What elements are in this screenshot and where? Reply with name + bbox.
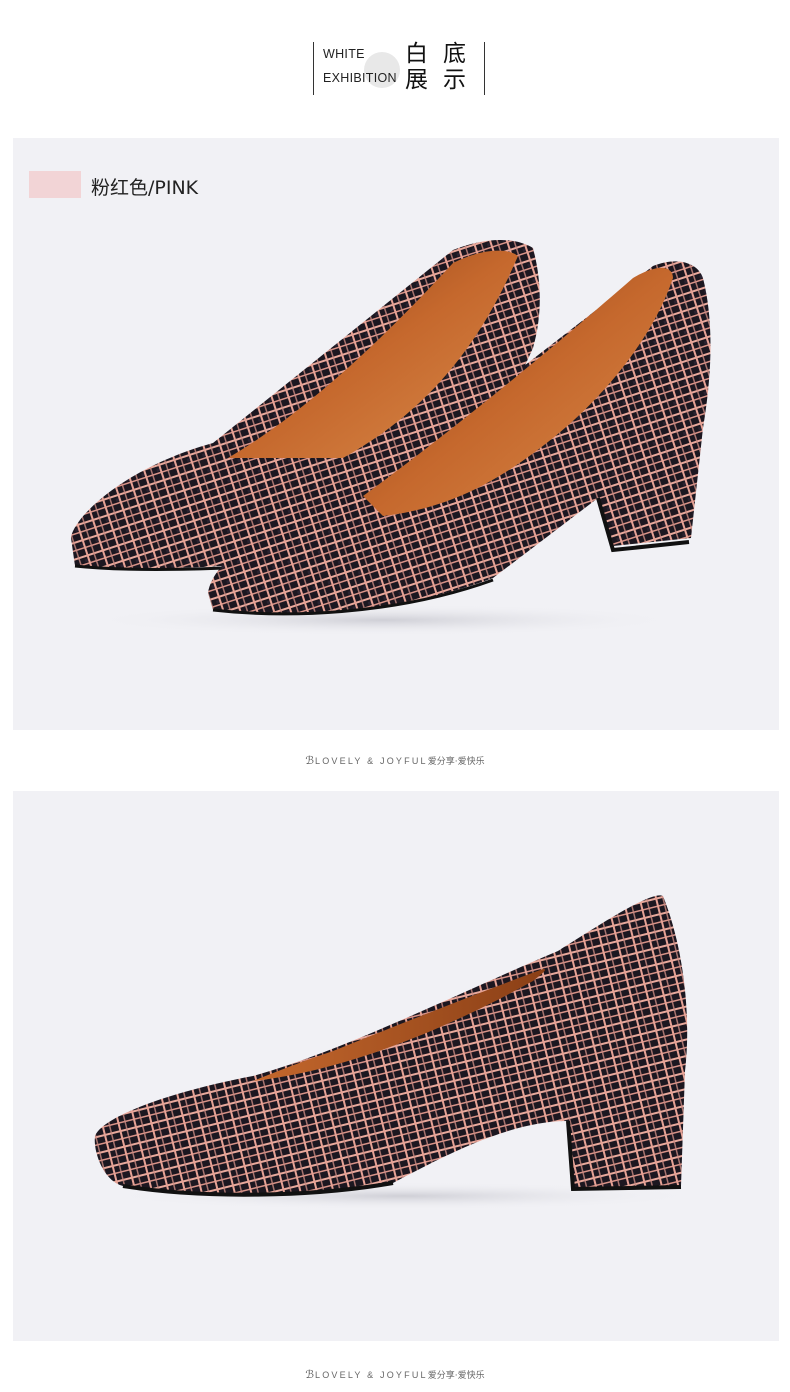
brand-footer-1: ℬLOVELY & JOYFUL爱分享·爱快乐 [0,754,790,767]
brand-slogan: LOVELY & JOYFUL [315,1370,428,1380]
product-photo-panel-side [13,791,779,1341]
brand-slogan: LOVELY & JOYFUL [315,756,428,766]
section-header: WHITE EXHIBITION 白 底 展 示 [313,42,485,96]
header-en-line1: WHITE [323,47,365,61]
product-photo-panel-pair: 粉红色/PINK [13,138,779,730]
header-cn-char-1: 白 [405,41,428,67]
header-cn-char-3: 展 [405,67,428,93]
brand-mark-icon: ℬ [305,1369,315,1381]
pair-of-pumps-photo [71,239,711,636]
header-cn-char-4: 示 [443,67,466,93]
color-label: 粉红色/PINK [91,177,199,199]
brand-slogan-cn: 爱分享·爱快乐 [427,757,485,767]
header-divider-right [484,42,485,95]
single-pump-side-photo [94,895,703,1210]
color-swatch-pink [29,171,81,198]
header-cn-char-2: 底 [443,41,466,67]
brand-footer-2: ℬLOVELY & JOYFUL爱分享·爱快乐 [0,1368,790,1381]
shoe-side [94,895,688,1197]
brand-mark-icon: ℬ [305,755,315,767]
header-en-line2: EXHIBITION [323,71,397,85]
brand-slogan-cn: 爱分享·爱快乐 [427,1371,485,1381]
header-divider-left [313,42,314,95]
